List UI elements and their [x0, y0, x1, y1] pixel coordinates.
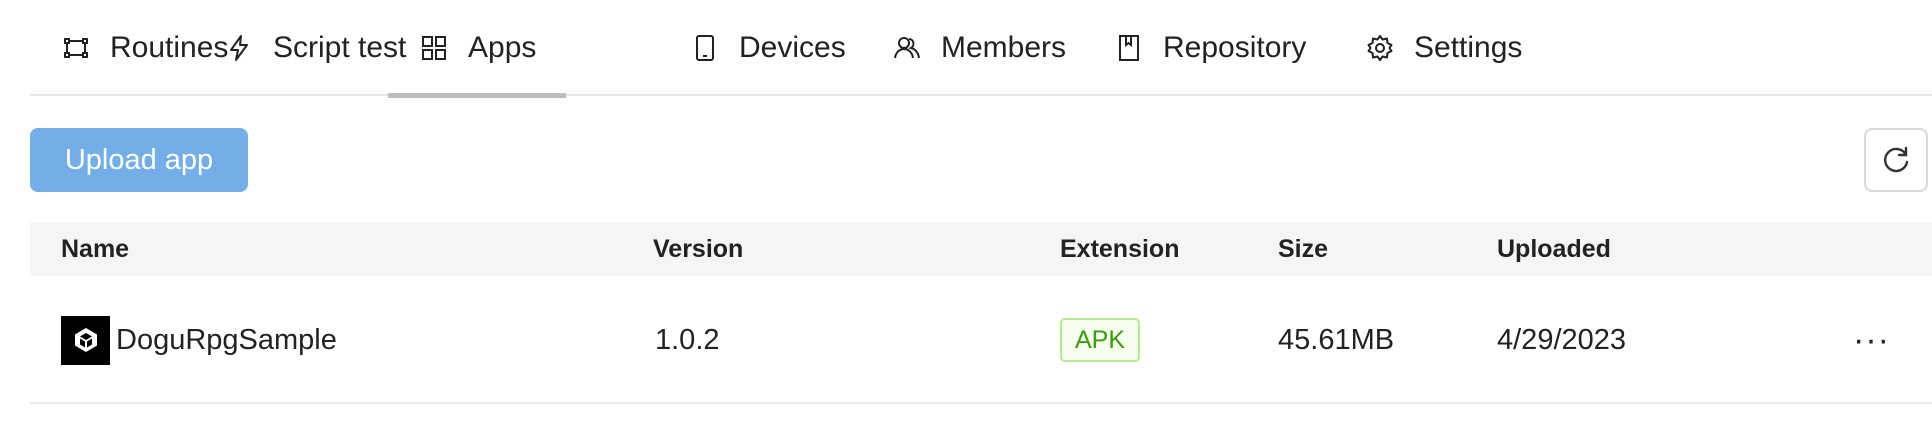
app-name-cell: DoguRpgSample [61, 276, 337, 404]
tab-script-test[interactable]: Script test [223, 0, 406, 96]
table-row[interactable]: DoguRpgSample 1.0.2 APK 45.61MB 4/29/202… [30, 276, 1932, 404]
tab-label: Settings [1414, 31, 1523, 64]
column-header-name[interactable]: Name [61, 222, 129, 276]
extension-badge: APK [1060, 318, 1141, 362]
lightning-icon [223, 32, 255, 64]
tab-label: Routines [110, 31, 229, 64]
tab-members[interactable]: Members [891, 0, 1066, 96]
app-version: 1.0.2 [655, 323, 720, 356]
book-icon [1113, 32, 1145, 64]
tab-settings[interactable]: Settings [1364, 0, 1522, 96]
members-icon [891, 32, 923, 64]
tab-repository[interactable]: Repository [1113, 0, 1306, 96]
unity-icon [61, 315, 110, 365]
app-size: 45.61MB [1278, 323, 1395, 356]
column-header-uploaded[interactable]: Uploaded [1497, 222, 1611, 276]
tab-label: Script test [273, 31, 407, 64]
more-options-button[interactable]: ··· [1853, 276, 1890, 404]
tab-label: Apps [468, 31, 537, 64]
tab-devices[interactable]: Devices [689, 0, 846, 96]
tab-apps[interactable]: Apps [387, 0, 567, 98]
refresh-button[interactable] [1864, 128, 1928, 192]
routine-icon [60, 32, 92, 64]
gear-icon [1364, 32, 1396, 64]
mobile-icon [689, 32, 721, 64]
column-header-size[interactable]: Size [1278, 222, 1328, 276]
app-name[interactable]: DoguRpgSample [116, 324, 337, 357]
tab-label: Members [941, 31, 1067, 64]
upload-app-button[interactable]: Upload app [30, 128, 248, 192]
app-uploaded-date: 4/29/2023 [1497, 323, 1627, 356]
app-extension-cell: APK [1060, 276, 1141, 404]
column-header-extension[interactable]: Extension [1060, 222, 1179, 276]
tab-label: Repository [1163, 31, 1307, 64]
column-header-version[interactable]: Version [653, 222, 743, 276]
tab-routines[interactable]: Routines [60, 0, 228, 96]
refresh-icon [1879, 143, 1913, 177]
tab-label: Devices [739, 31, 846, 64]
tab-bar: Routines Script test Apps Devices Member… [30, 0, 1932, 98]
table-header: Name Version Extension Size Uploaded [30, 222, 1932, 276]
grid-icon [418, 32, 450, 64]
